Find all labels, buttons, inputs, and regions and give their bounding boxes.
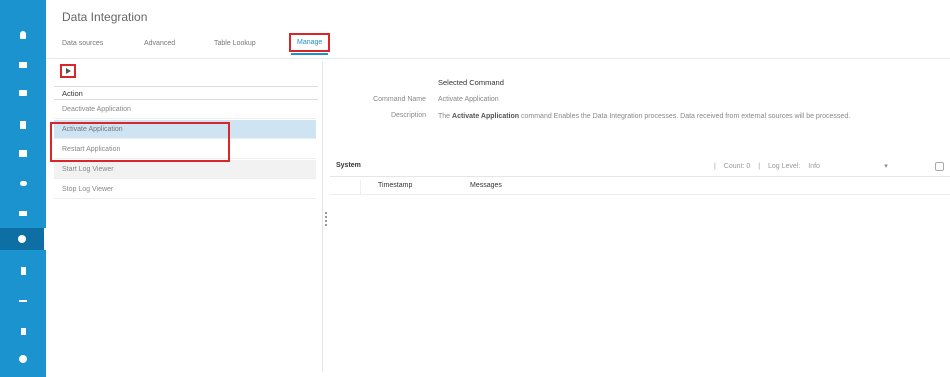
- document-icon: [20, 121, 26, 129]
- rail-item-document[interactable]: [0, 114, 46, 136]
- action-column-header: Action: [54, 86, 318, 100]
- description-command: Activate Application: [452, 113, 520, 120]
- description-value: The Activate Application command Enables…: [438, 112, 918, 122]
- command-name-label: Command Name: [373, 96, 426, 103]
- selected-command-title: Selected Command: [438, 78, 504, 87]
- rail-item-bulb[interactable]: [0, 24, 46, 46]
- rail-item-gear[interactable]: [0, 228, 46, 250]
- tab-bar: Data sources Advanced Table Lookup Manag…: [46, 32, 950, 59]
- rail-item-camera[interactable]: [0, 202, 46, 224]
- info-icon: [19, 355, 27, 363]
- separator: |: [714, 163, 716, 170]
- tab-data-sources[interactable]: Data sources: [62, 40, 103, 47]
- system-title: System: [336, 162, 361, 169]
- system-controls: | Count: 0 | Log Level: Info ▾: [714, 162, 894, 170]
- play-icon: [65, 68, 71, 74]
- description-prefix: The: [438, 113, 451, 120]
- panel-splitter[interactable]: [322, 62, 329, 372]
- calendar-icon: [19, 149, 27, 157]
- rail-item-info[interactable]: [0, 348, 46, 370]
- command-name-value: Activate Application: [438, 96, 499, 103]
- log-level-label: Log Level:: [767, 163, 801, 170]
- separator: |: [758, 163, 761, 170]
- left-nav-rail: [0, 0, 46, 377]
- broadcast-icon: [19, 180, 27, 186]
- bulb-icon: [20, 31, 26, 39]
- system-toolbar: System | Count: 0 | Log Level: Info ▾: [330, 158, 950, 177]
- rail-item-arrows[interactable]: [0, 290, 46, 312]
- column-messages[interactable]: Messages: [470, 182, 502, 189]
- tab-table-lookup[interactable]: Table Lookup: [214, 40, 256, 47]
- column-timestamp[interactable]: Timestamp: [378, 182, 412, 189]
- command-detail-panel: Selected Command Command Name Activate A…: [330, 62, 950, 372]
- display-icon: [19, 90, 27, 96]
- chevron-down-icon[interactable]: ▾: [884, 162, 888, 170]
- device-icon: [20, 267, 26, 275]
- splitter-grip-icon[interactable]: [325, 212, 327, 226]
- action-item-stop-log-viewer[interactable]: Stop Log Viewer: [54, 180, 316, 199]
- page-title: Data Integration: [62, 10, 148, 24]
- action-item-restart[interactable]: Restart Application: [54, 140, 316, 159]
- rail-item-display[interactable]: [0, 82, 46, 104]
- camera-icon: [19, 210, 27, 216]
- flag-icon: [20, 327, 26, 335]
- expand-icon[interactable]: [935, 162, 944, 171]
- rail-item-flag[interactable]: [0, 320, 46, 342]
- main-area: Data Integration Data sources Advanced T…: [46, 0, 950, 377]
- action-item-start-log-viewer[interactable]: Start Log Viewer: [54, 160, 316, 179]
- count-label: Count: 0: [723, 163, 751, 170]
- column-divider: [360, 180, 361, 194]
- log-table-header: Timestamp Messages: [330, 180, 950, 195]
- log-level-select[interactable]: Info: [808, 163, 872, 170]
- monitor-icon: [19, 62, 27, 68]
- rail-item-calendar[interactable]: [0, 142, 46, 164]
- action-item-deactivate[interactable]: Deactivate Application: [54, 100, 316, 119]
- rail-item-broadcast[interactable]: [0, 172, 46, 194]
- tab-manage-label: Manage: [297, 39, 323, 46]
- gear-icon: [18, 235, 26, 243]
- action-panel: Action Deactivate Application Activate A…: [50, 62, 318, 372]
- tab-manage[interactable]: Manage: [289, 33, 331, 55]
- run-command-button[interactable]: [60, 64, 76, 78]
- tab-advanced[interactable]: Advanced: [144, 40, 175, 47]
- description-text: command Enables the Data Integration pro…: [521, 113, 851, 120]
- arrows-icon: [19, 300, 27, 302]
- description-label: Description: [390, 112, 426, 119]
- rail-item-monitor[interactable]: [0, 54, 46, 76]
- tab-active-underline: [291, 53, 329, 55]
- action-item-activate[interactable]: Activate Application: [54, 120, 316, 139]
- rail-item-device[interactable]: [0, 260, 46, 282]
